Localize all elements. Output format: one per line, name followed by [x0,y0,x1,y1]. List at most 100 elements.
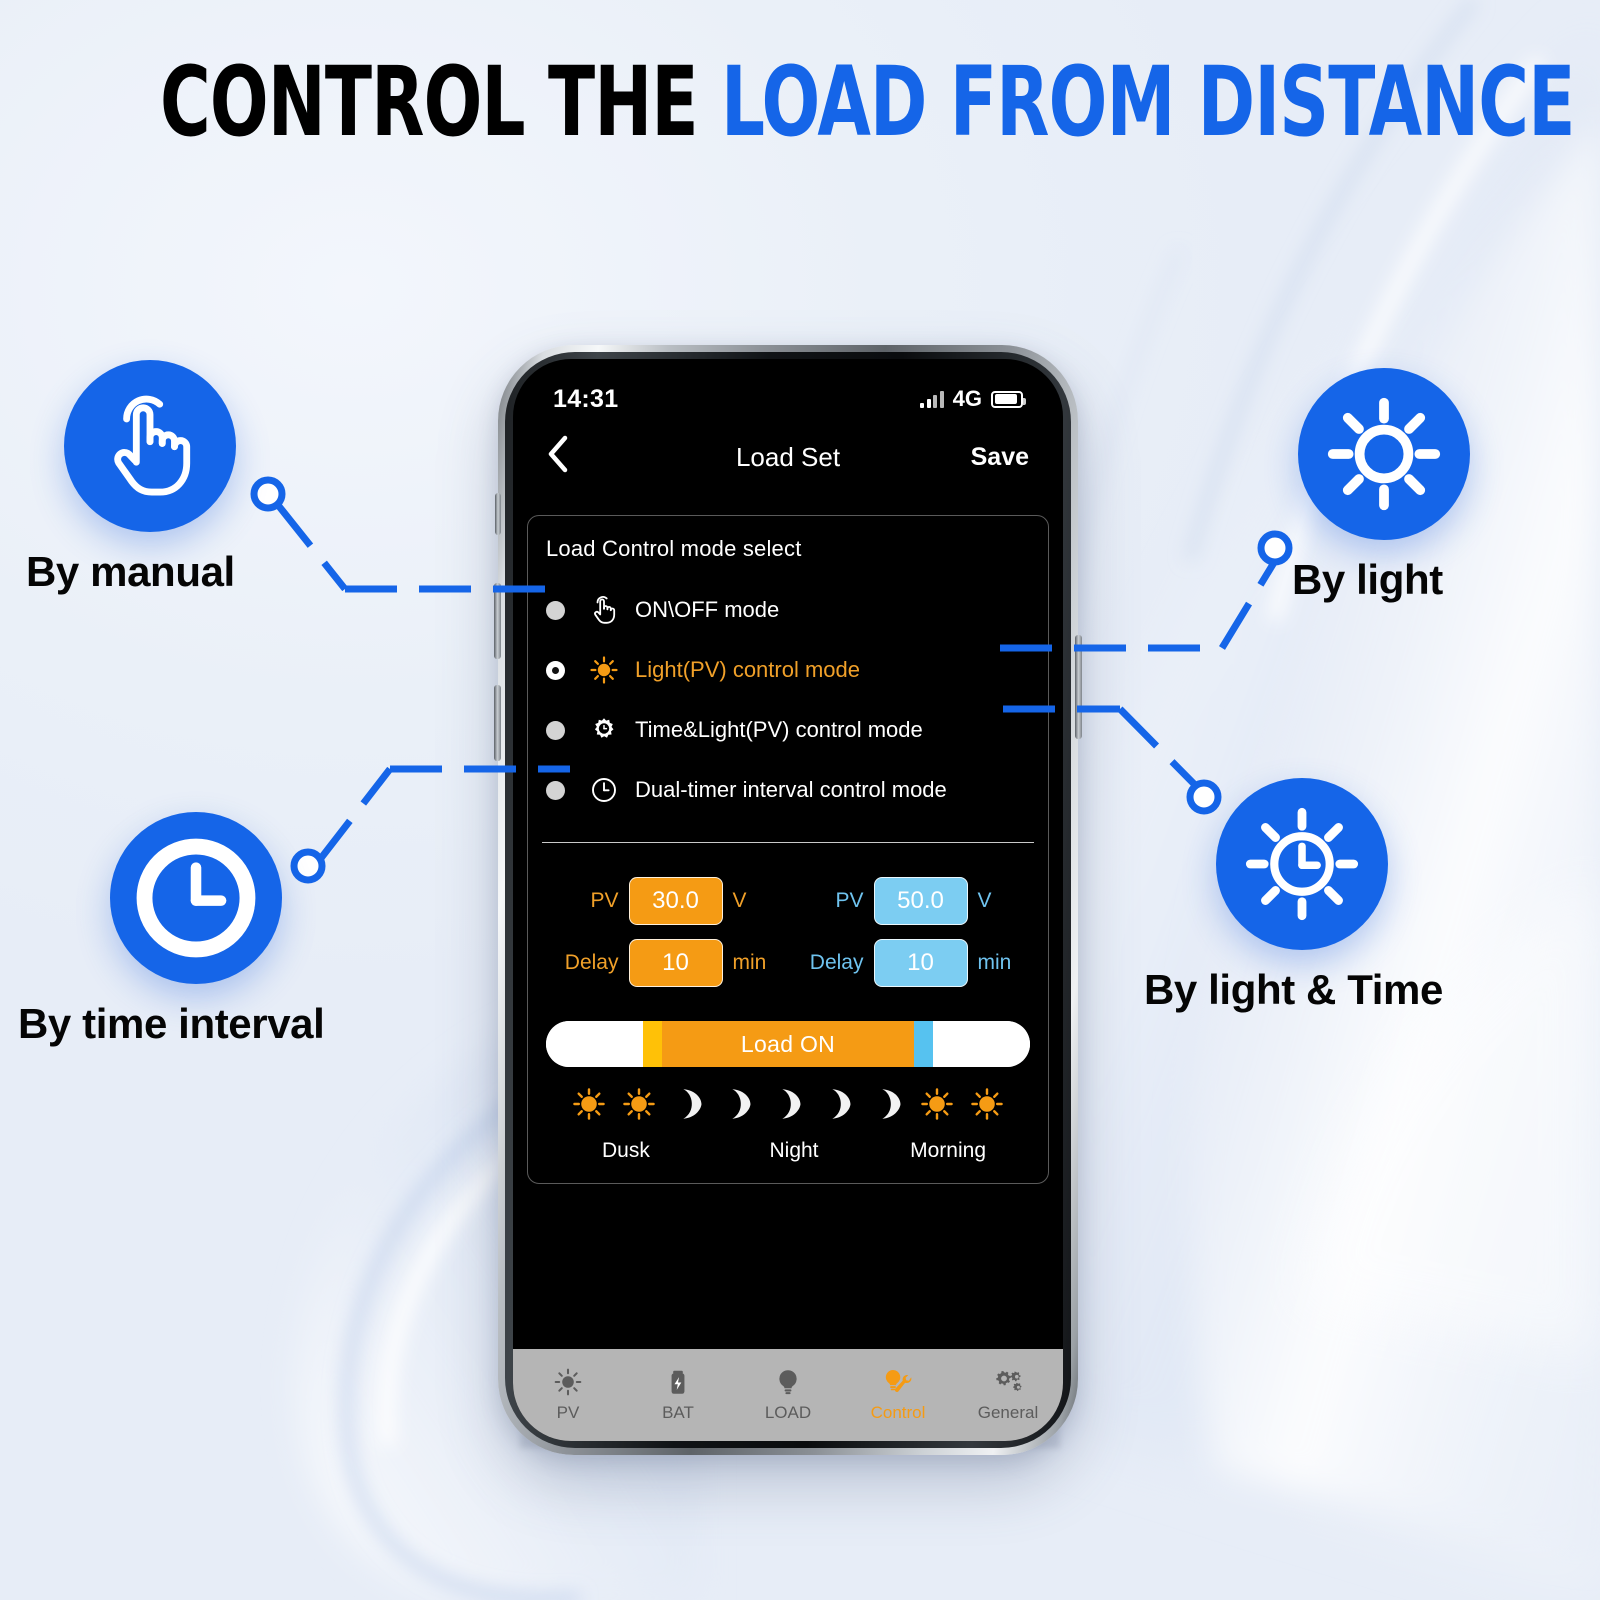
pv-input-right[interactable]: 50.0 [873,877,968,925]
status-time: 14:31 [553,384,619,413]
delay-unit-left: min [732,951,767,974]
mode-label-time-light-pv: Time&Light(PV) control mode [635,717,923,742]
mode-option-onoff[interactable]: ON\OFF mode [528,580,1048,640]
bulb-icon [779,1370,797,1395]
sun-icon [1327,397,1441,511]
card-title: Load Control mode select [546,536,802,561]
pv-label-left: PV [590,889,619,912]
load-control-card: Load Control mode select ON\OFF mode Lig… [527,515,1049,1184]
clock-icon [136,838,256,958]
radio-time-light-pv[interactable] [546,720,565,740]
page-title: CONTROL THE LOAD FROM DISTANCE [160,54,1575,150]
save-button[interactable]: Save [971,443,1029,472]
tab-label-pv: PV [556,1403,580,1422]
mode-option-time-light-pv[interactable]: Time&Light(PV) control mode [528,700,1048,760]
battery-bolt-icon [671,1370,685,1394]
phase-labels: Dusk Night Morning [546,1125,1030,1163]
settings-group-right: PV 50.0 V Delay 10 min [791,877,1030,987]
pv-unit-right: V [977,889,992,912]
pv-input-left[interactable]: 30.0 [628,877,723,925]
moon-icon [867,1083,909,1125]
callout-by-light: By light [1292,368,1470,604]
sun-icon [916,1083,958,1125]
mode-label-light-pv: Light(PV) control mode [635,657,860,682]
mode-label-dual-timer: Dual-timer interval control mode [635,777,947,802]
moon-icon [717,1083,759,1125]
callout-bubble-manual [64,360,236,532]
sun-icon [581,656,627,684]
sun-icon [568,1083,610,1125]
radio-dual-timer[interactable] [546,780,565,800]
tap-hand-icon [114,395,191,496]
signal-bars-icon [920,390,944,408]
phone-mute-switch[interactable] [495,493,501,535]
tab-label-load: LOAD [764,1403,812,1422]
bottom-tab-bar: PV BAT LOAD Control General [513,1349,1063,1441]
pv-row-left: PV 30.0 V [557,877,775,925]
load-bar[interactable]: Load ON [546,1021,1030,1067]
moon-icon [767,1083,809,1125]
tab-general[interactable]: General [953,1367,1063,1423]
pv-row-right: PV 50.0 V [802,877,1020,925]
moon-icon [817,1083,859,1125]
phone-volume-up-button[interactable] [494,583,501,659]
phase-label-dusk: Dusk [602,1139,650,1162]
sun-icon [966,1083,1008,1125]
phone-screen: 14:31 4G Load Set Save Load Control mode… [513,359,1063,1441]
load-timeline: Load ON Dusk Night Morning [528,987,1048,1163]
tap-hand-icon [581,595,627,625]
load-bar-label: Load ON [740,1030,836,1057]
sun-icon [554,1368,582,1396]
pv-unit-left: V [732,889,747,912]
mode-option-dual-timer[interactable]: Dual-timer interval control mode [528,760,1048,820]
chevron-left-icon [548,435,568,473]
delay-input-left[interactable]: 10 [628,939,723,987]
callout-by-light-and-time: By light & Time [1144,778,1443,1014]
callout-bubble-time [110,812,282,984]
callout-by-time-interval: By time interval [18,812,325,1048]
battery-icon [991,390,1026,408]
radio-light-pv[interactable] [546,660,565,680]
tab-load[interactable]: LOAD [733,1367,843,1423]
tab-bat[interactable]: BAT [623,1367,733,1423]
navigation-bar: Load Set Save [513,421,1063,493]
back-button[interactable] [547,435,569,479]
status-bar: 14:31 4G [513,359,1063,421]
callout-label-time: By time interval [18,1000,325,1047]
bulb-wrench-icon [885,1369,912,1392]
tab-label-bat: BAT [662,1403,694,1422]
delay-row-right: Delay 10 min [802,939,1020,987]
sun-icon [618,1083,660,1125]
tab-pv[interactable]: PV [513,1367,623,1423]
page-title-part2: LOAD FROM DISTANCE [721,46,1575,158]
tab-control[interactable]: Control [843,1367,953,1423]
moon-icon [668,1083,710,1125]
callout-label-light-time: By light & Time [1144,966,1443,1013]
sun-clock-icon [1245,807,1359,921]
tab-label-control: Control [870,1403,926,1422]
clock-icon [581,776,627,804]
mode-list: ON\OFF mode Light(PV) control mode Time&… [528,580,1048,820]
sun-gear-icon [581,716,627,744]
delay-row-left: Delay 10 min [557,939,775,987]
page-title-part1: CONTROL THE [160,46,721,158]
radio-onoff[interactable] [546,600,565,620]
phone-power-button[interactable] [1075,635,1082,739]
phone-mockup: 14:31 4G Load Set Save Load Control mode… [494,345,1082,1455]
phone-volume-down-button[interactable] [494,685,501,761]
callout-bubble-light [1298,368,1470,540]
mode-label-onoff: ON\OFF mode [635,597,780,622]
network-type-label: 4G [952,386,982,411]
callout-label-manual: By manual [26,548,235,595]
delay-unit-right: min [977,951,1012,974]
phase-icon-row [546,1067,1030,1125]
pv-label-right: PV [835,889,864,912]
threshold-settings: PV 30.0 V Delay 10 min PV 50.0 V Delay 1… [528,843,1048,987]
callout-by-manual: By manual [26,360,236,596]
status-indicators: 4G [920,386,1026,412]
callout-bubble-light-time [1216,778,1388,950]
mode-option-light-pv[interactable]: Light(PV) control mode [528,640,1048,700]
phase-label-night: Night [769,1139,819,1162]
delay-input-right[interactable]: 10 [873,939,968,987]
tab-label-general: General [977,1403,1039,1422]
